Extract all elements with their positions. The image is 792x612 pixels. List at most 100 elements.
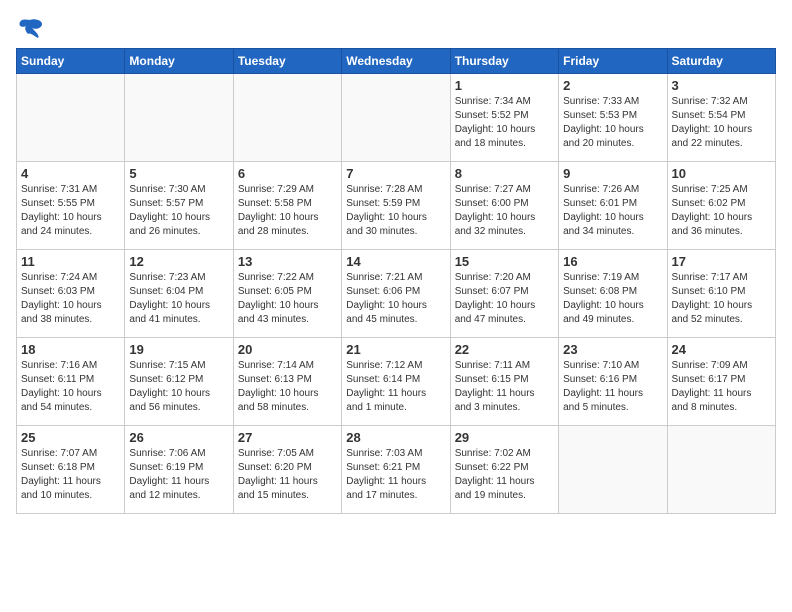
calendar-cell: 22 Sunrise: 7:11 AM Sunset: 6:15 PM Dayli… [450, 338, 558, 426]
logo [16, 16, 48, 40]
day-number: 24 [672, 342, 771, 357]
calendar-cell: 2 Sunrise: 7:33 AM Sunset: 5:53 PM Daylig… [559, 74, 667, 162]
calendar-cell: 23 Sunrise: 7:10 AM Sunset: 6:16 PM Dayli… [559, 338, 667, 426]
day-of-week-header: Friday [559, 49, 667, 74]
calendar-cell: 7 Sunrise: 7:28 AM Sunset: 5:59 PM Daylig… [342, 162, 450, 250]
day-number: 5 [129, 166, 228, 181]
day-number: 20 [238, 342, 337, 357]
day-number: 19 [129, 342, 228, 357]
day-number: 27 [238, 430, 337, 445]
day-info: Sunrise: 7:17 AM Sunset: 6:10 PM Dayligh… [672, 271, 771, 327]
day-number: 9 [563, 166, 662, 181]
calendar-cell: 4Sunrise: 7:31 AM Sunset: 5:55 PM Daylig… [17, 162, 125, 250]
calendar-cell [342, 74, 450, 162]
calendar-cell: 27 Sunrise: 7:05 AM Sunset: 6:20 PM Dayli… [233, 426, 341, 514]
calendar-week-row: 4Sunrise: 7:31 AM Sunset: 5:55 PM Daylig… [17, 162, 776, 250]
day-info: Sunrise: 7:32 AM Sunset: 5:54 PM Dayligh… [672, 95, 771, 151]
day-number: 12 [129, 254, 228, 269]
day-info: Sunrise: 7:30 AM Sunset: 5:57 PM Dayligh… [129, 183, 228, 239]
calendar-cell [667, 426, 775, 514]
calendar-cell: 9 Sunrise: 7:26 AM Sunset: 6:01 PM Daylig… [559, 162, 667, 250]
calendar-cell: 1 Sunrise: 7:34 AM Sunset: 5:52 PM Daylig… [450, 74, 558, 162]
calendar-header: SundayMondayTuesdayWednesdayThursdayFrid… [17, 49, 776, 74]
calendar-cell [233, 74, 341, 162]
calendar-cell: 5 Sunrise: 7:30 AM Sunset: 5:57 PM Daylig… [125, 162, 233, 250]
calendar-cell: 6 Sunrise: 7:29 AM Sunset: 5:58 PM Daylig… [233, 162, 341, 250]
calendar-week-row: 18 Sunrise: 7:16 AM Sunset: 6:11 PM Dayli… [17, 338, 776, 426]
day-number: 7 [346, 166, 445, 181]
day-number: 8 [455, 166, 554, 181]
day-info: Sunrise: 7:21 AM Sunset: 6:06 PM Dayligh… [346, 271, 445, 327]
calendar-cell: 17Sunrise: 7:17 AM Sunset: 6:10 PM Dayli… [667, 250, 775, 338]
day-number: 21 [346, 342, 445, 357]
day-info: Sunrise: 7:09 AM Sunset: 6:17 PM Dayligh… [672, 359, 771, 415]
day-info: Sunrise: 7:02 AM Sunset: 6:22 PM Dayligh… [455, 447, 554, 503]
calendar-cell: 25Sunrise: 7:07 AM Sunset: 6:18 PM Dayli… [17, 426, 125, 514]
day-of-week-header: Saturday [667, 49, 775, 74]
day-info: Sunrise: 7:10 AM Sunset: 6:16 PM Dayligh… [563, 359, 662, 415]
day-info: Sunrise: 7:33 AM Sunset: 5:53 PM Dayligh… [563, 95, 662, 151]
day-number: 22 [455, 342, 554, 357]
day-info: Sunrise: 7:27 AM Sunset: 6:00 PM Dayligh… [455, 183, 554, 239]
calendar-cell [125, 74, 233, 162]
calendar-cell: 3 Sunrise: 7:32 AM Sunset: 5:54 PM Daylig… [667, 74, 775, 162]
calendar-cell: 21 Sunrise: 7:12 AM Sunset: 6:14 PM Dayli… [342, 338, 450, 426]
calendar-cell: 12 Sunrise: 7:23 AM Sunset: 6:04 PM Dayli… [125, 250, 233, 338]
day-number: 3 [672, 78, 771, 93]
calendar-cell [17, 74, 125, 162]
day-number: 11 [21, 254, 120, 269]
day-number: 1 [455, 78, 554, 93]
calendar-cell: 26Sunrise: 7:06 AM Sunset: 6:19 PM Dayli… [125, 426, 233, 514]
page-header [16, 16, 776, 40]
day-number: 2 [563, 78, 662, 93]
calendar-cell: 19 Sunrise: 7:15 AM Sunset: 6:12 PM Dayli… [125, 338, 233, 426]
day-number: 23 [563, 342, 662, 357]
day-info: Sunrise: 7:19 AM Sunset: 6:08 PM Dayligh… [563, 271, 662, 327]
day-info: Sunrise: 7:31 AM Sunset: 5:55 PM Dayligh… [21, 183, 120, 239]
day-info: Sunrise: 7:20 AM Sunset: 6:07 PM Dayligh… [455, 271, 554, 327]
day-info: Sunrise: 7:29 AM Sunset: 5:58 PM Dayligh… [238, 183, 337, 239]
calendar-cell: 14 Sunrise: 7:21 AM Sunset: 6:06 PM Dayli… [342, 250, 450, 338]
calendar-cell [559, 426, 667, 514]
calendar-cell: 24 Sunrise: 7:09 AM Sunset: 6:17 PM Dayli… [667, 338, 775, 426]
calendar-cell: 20 Sunrise: 7:14 AM Sunset: 6:13 PM Dayli… [233, 338, 341, 426]
day-info: Sunrise: 7:26 AM Sunset: 6:01 PM Dayligh… [563, 183, 662, 239]
day-number: 26 [129, 430, 228, 445]
day-info: Sunrise: 7:12 AM Sunset: 6:14 PM Dayligh… [346, 359, 445, 415]
day-of-week-header: Monday [125, 49, 233, 74]
day-number: 6 [238, 166, 337, 181]
day-info: Sunrise: 7:15 AM Sunset: 6:12 PM Dayligh… [129, 359, 228, 415]
day-info: Sunrise: 7:22 AM Sunset: 6:05 PM Dayligh… [238, 271, 337, 327]
day-number: 10 [672, 166, 771, 181]
day-info: Sunrise: 7:05 AM Sunset: 6:20 PM Dayligh… [238, 447, 337, 503]
day-number: 18 [21, 342, 120, 357]
calendar-week-row: 25Sunrise: 7:07 AM Sunset: 6:18 PM Dayli… [17, 426, 776, 514]
day-of-week-header: Sunday [17, 49, 125, 74]
day-number: 28 [346, 430, 445, 445]
day-info: Sunrise: 7:16 AM Sunset: 6:11 PM Dayligh… [21, 359, 120, 415]
calendar-cell: 13 Sunrise: 7:22 AM Sunset: 6:05 PM Dayli… [233, 250, 341, 338]
day-number: 29 [455, 430, 554, 445]
calendar-cell: 8 Sunrise: 7:27 AM Sunset: 6:00 PM Daylig… [450, 162, 558, 250]
day-info: Sunrise: 7:28 AM Sunset: 5:59 PM Dayligh… [346, 183, 445, 239]
day-info: Sunrise: 7:03 AM Sunset: 6:21 PM Dayligh… [346, 447, 445, 503]
calendar-cell: 28 Sunrise: 7:03 AM Sunset: 6:21 PM Dayli… [342, 426, 450, 514]
day-info: Sunrise: 7:11 AM Sunset: 6:15 PM Dayligh… [455, 359, 554, 415]
day-number: 14 [346, 254, 445, 269]
calendar-cell: 10 Sunrise: 7:25 AM Sunset: 6:02 PM Dayli… [667, 162, 775, 250]
day-number: 16 [563, 254, 662, 269]
day-number: 25 [21, 430, 120, 445]
day-number: 13 [238, 254, 337, 269]
calendar-cell: 11 Sunrise: 7:24 AM Sunset: 6:03 PM Dayli… [17, 250, 125, 338]
day-of-week-header: Thursday [450, 49, 558, 74]
logo-bird-icon [16, 16, 44, 40]
day-of-week-header: Wednesday [342, 49, 450, 74]
day-info: Sunrise: 7:34 AM Sunset: 5:52 PM Dayligh… [455, 95, 554, 151]
calendar-cell: 15Sunrise: 7:20 AM Sunset: 6:07 PM Dayli… [450, 250, 558, 338]
calendar-week-row: 11 Sunrise: 7:24 AM Sunset: 6:03 PM Dayli… [17, 250, 776, 338]
day-info: Sunrise: 7:24 AM Sunset: 6:03 PM Dayligh… [21, 271, 120, 327]
day-info: Sunrise: 7:25 AM Sunset: 6:02 PM Dayligh… [672, 183, 771, 239]
day-info: Sunrise: 7:23 AM Sunset: 6:04 PM Dayligh… [129, 271, 228, 327]
calendar-cell: 16 Sunrise: 7:19 AM Sunset: 6:08 PM Dayli… [559, 250, 667, 338]
day-info: Sunrise: 7:14 AM Sunset: 6:13 PM Dayligh… [238, 359, 337, 415]
